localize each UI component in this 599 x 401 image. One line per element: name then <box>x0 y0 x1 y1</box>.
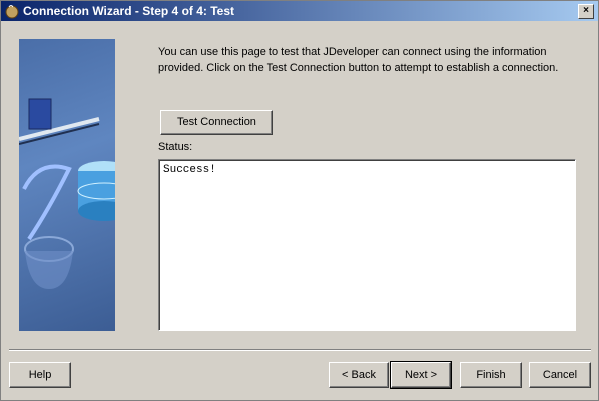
test-connection-label: Test Connection <box>177 116 256 128</box>
finish-button[interactable]: Finish <box>460 362 522 388</box>
coffee-cup-icon <box>5 5 19 19</box>
help-button[interactable]: Help <box>9 362 71 388</box>
window-title: Connection Wizard - Step 4 of 4: Test <box>23 4 235 18</box>
next-button[interactable]: Next > <box>390 361 452 389</box>
cancel-button[interactable]: Cancel <box>529 362 591 388</box>
back-button[interactable]: < Back <box>329 362 389 388</box>
close-button[interactable]: × <box>578 4 594 19</box>
status-value: Success! <box>163 164 216 176</box>
database-illustration <box>18 98 131 289</box>
status-label: Status: <box>158 141 193 153</box>
status-textarea[interactable]: Success! <box>158 159 576 331</box>
button-divider <box>9 349 591 351</box>
intro-text: You can use this page to test that JDeve… <box>158 46 559 74</box>
wizard-side-image <box>18 39 131 331</box>
title-bar[interactable]: Connection Wizard - Step 4 of 4: Test × <box>1 1 598 21</box>
connection-wizard-dialog: Connection Wizard - Step 4 of 4: Test × … <box>0 0 599 401</box>
test-connection-button[interactable]: Test Connection <box>160 110 273 135</box>
